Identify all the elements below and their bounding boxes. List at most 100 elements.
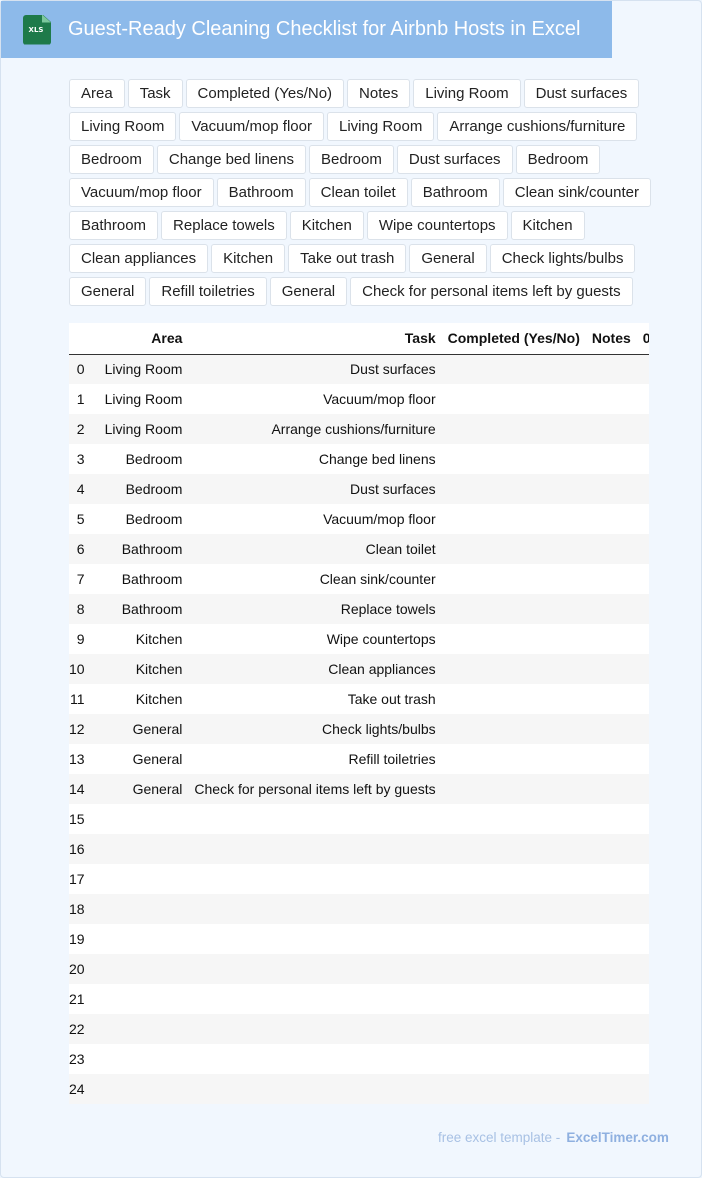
- chip[interactable]: Take out trash: [288, 244, 407, 273]
- cell-notes[interactable]: [585, 1074, 637, 1104]
- cell-extra[interactable]: [636, 384, 649, 414]
- chip[interactable]: Living Room: [326, 112, 435, 141]
- cell-area[interactable]: General: [98, 714, 189, 744]
- chip[interactable]: Notes: [347, 79, 411, 108]
- chip[interactable]: Living Room: [413, 79, 521, 108]
- cell-extra[interactable]: [636, 354, 649, 384]
- chip[interactable]: Dust surfaces: [396, 145, 513, 174]
- cell-task[interactable]: Dust surfaces: [188, 474, 442, 504]
- cell-extra[interactable]: [636, 564, 649, 594]
- chip[interactable]: General: [269, 277, 348, 306]
- cell-area[interactable]: [98, 894, 189, 924]
- cell-completed[interactable]: [441, 384, 586, 414]
- chip[interactable]: Kitchen: [510, 211, 585, 240]
- cell-task[interactable]: Refill toiletries: [188, 744, 442, 774]
- cell-completed[interactable]: [441, 1014, 586, 1044]
- cell-completed[interactable]: [441, 1044, 586, 1074]
- cell-area[interactable]: Bathroom: [98, 594, 189, 624]
- cell-completed[interactable]: [441, 804, 586, 834]
- chip[interactable]: Change bed linens: [156, 145, 306, 174]
- cell-completed[interactable]: [441, 984, 586, 1014]
- cell-area[interactable]: Living Room: [98, 384, 189, 414]
- cell-area[interactable]: [98, 1014, 189, 1044]
- cell-task[interactable]: [188, 954, 442, 984]
- chip[interactable]: Bedroom: [515, 145, 601, 174]
- cell-notes[interactable]: [585, 954, 637, 984]
- cell-completed[interactable]: [441, 744, 586, 774]
- chip[interactable]: Check lights/bulbs: [489, 244, 636, 273]
- cell-extra[interactable]: [636, 924, 649, 954]
- cell-task[interactable]: [188, 984, 442, 1014]
- cell-task[interactable]: Change bed linens: [188, 444, 442, 474]
- cell-completed[interactable]: [441, 774, 586, 804]
- chip[interactable]: Task: [127, 79, 183, 108]
- cell-area[interactable]: [98, 924, 189, 954]
- cell-notes[interactable]: [585, 834, 637, 864]
- cell-extra[interactable]: [636, 954, 649, 984]
- cell-notes[interactable]: [585, 594, 637, 624]
- cell-extra[interactable]: [636, 864, 649, 894]
- cell-extra[interactable]: [636, 444, 649, 474]
- cell-area[interactable]: [98, 1074, 189, 1104]
- cell-area[interactable]: [98, 864, 189, 894]
- cell-notes[interactable]: [585, 564, 637, 594]
- cell-extra[interactable]: [636, 1074, 649, 1104]
- cell-task[interactable]: Vacuum/mop floor: [188, 384, 442, 414]
- cell-area[interactable]: [98, 984, 189, 1014]
- cell-task[interactable]: Dust surfaces: [188, 354, 442, 384]
- cell-task[interactable]: Take out trash: [188, 684, 442, 714]
- chip[interactable]: Living Room: [69, 112, 177, 141]
- chip[interactable]: Clean sink/counter: [502, 178, 651, 207]
- cell-extra[interactable]: [636, 654, 649, 684]
- cell-task[interactable]: [188, 1074, 442, 1104]
- cell-completed[interactable]: [441, 894, 586, 924]
- cell-notes[interactable]: [585, 864, 637, 894]
- cell-extra[interactable]: [636, 684, 649, 714]
- cell-area[interactable]: Bedroom: [98, 444, 189, 474]
- cell-task[interactable]: [188, 864, 442, 894]
- chip[interactable]: Check for personal items left by guests: [350, 277, 633, 306]
- chip[interactable]: Bedroom: [308, 145, 394, 174]
- cell-extra[interactable]: [636, 534, 649, 564]
- cell-completed[interactable]: [441, 414, 586, 444]
- chip[interactable]: Arrange cushions/furniture: [437, 112, 638, 141]
- chip[interactable]: Bathroom: [69, 211, 159, 240]
- cell-notes[interactable]: [585, 744, 637, 774]
- cell-notes[interactable]: [585, 384, 637, 414]
- cell-task[interactable]: Check for personal items left by guests: [188, 774, 442, 804]
- cell-area[interactable]: Kitchen: [98, 654, 189, 684]
- chip[interactable]: General: [409, 244, 487, 273]
- header-zero[interactable]: 0: [636, 323, 649, 355]
- cell-completed[interactable]: [441, 954, 586, 984]
- cell-extra[interactable]: [636, 474, 649, 504]
- cell-notes[interactable]: [585, 1014, 637, 1044]
- cell-notes[interactable]: [585, 624, 637, 654]
- cell-area[interactable]: [98, 834, 189, 864]
- cell-area[interactable]: [98, 804, 189, 834]
- cell-extra[interactable]: [636, 744, 649, 774]
- chip[interactable]: Refill toiletries: [149, 277, 267, 306]
- cell-task[interactable]: [188, 834, 442, 864]
- chip[interactable]: Completed (Yes/No): [185, 79, 345, 108]
- cell-extra[interactable]: [636, 774, 649, 804]
- cell-completed[interactable]: [441, 354, 586, 384]
- chip[interactable]: Kitchen: [211, 244, 286, 273]
- cell-task[interactable]: [188, 1044, 442, 1074]
- cell-task[interactable]: [188, 1014, 442, 1044]
- cell-completed[interactable]: [441, 444, 586, 474]
- cell-completed[interactable]: [441, 504, 586, 534]
- cell-extra[interactable]: [636, 894, 649, 924]
- cell-area[interactable]: Bedroom: [98, 474, 189, 504]
- header-area[interactable]: Area: [98, 323, 189, 355]
- cell-completed[interactable]: [441, 564, 586, 594]
- cell-notes[interactable]: [585, 684, 637, 714]
- cell-notes[interactable]: [585, 354, 637, 384]
- cell-task[interactable]: Vacuum/mop floor: [188, 504, 442, 534]
- cell-extra[interactable]: [636, 804, 649, 834]
- cell-completed[interactable]: [441, 864, 586, 894]
- cell-completed[interactable]: [441, 654, 586, 684]
- cell-extra[interactable]: [636, 984, 649, 1014]
- cell-notes[interactable]: [585, 534, 637, 564]
- cell-completed[interactable]: [441, 594, 586, 624]
- cell-extra[interactable]: [636, 1044, 649, 1074]
